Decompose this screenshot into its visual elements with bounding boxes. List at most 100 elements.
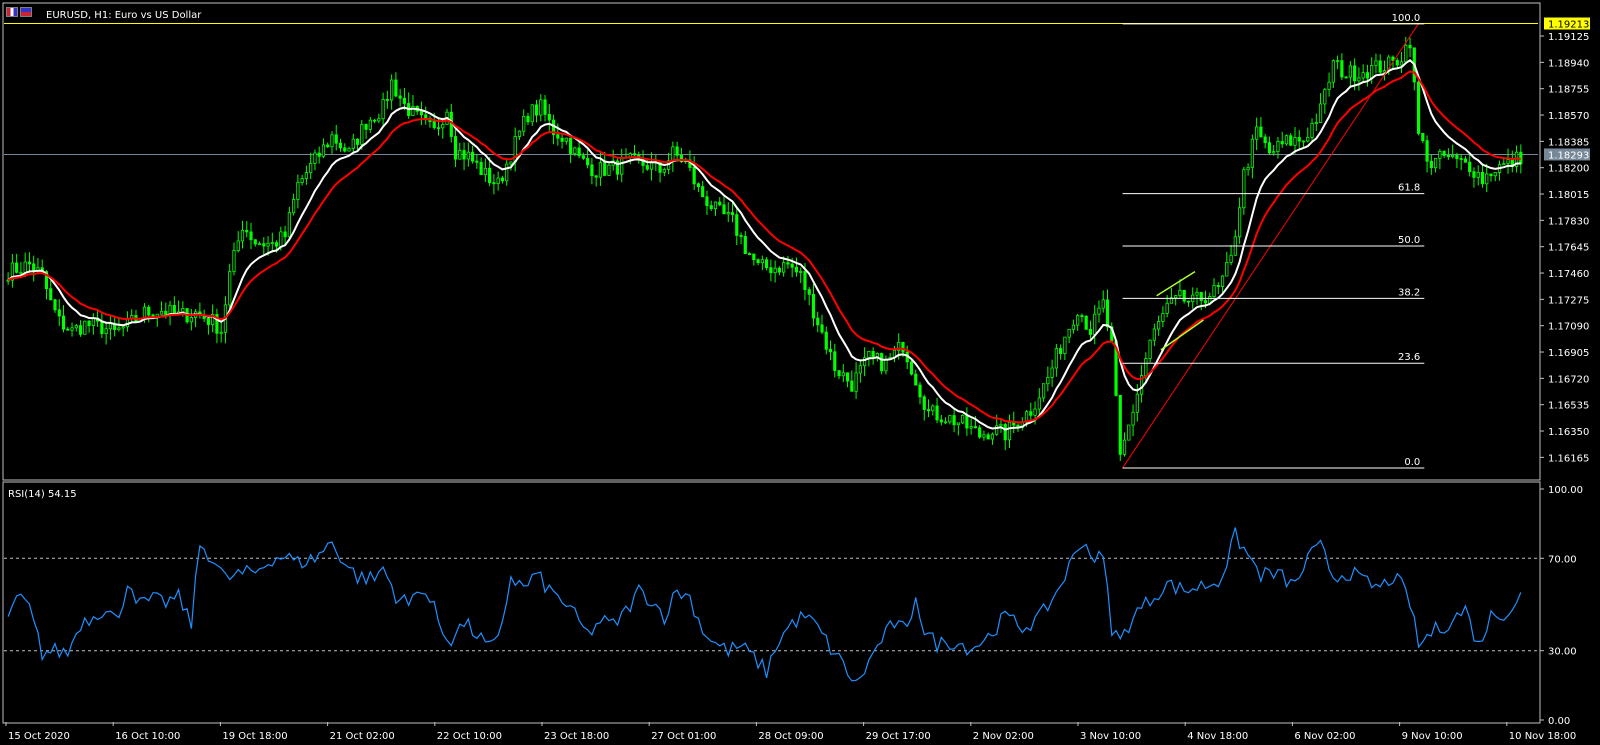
- candle-body: [496, 177, 500, 185]
- candle-body: [909, 361, 914, 375]
- candle-body: [398, 95, 402, 99]
- candle-body: [1365, 72, 1370, 79]
- candle-body: [828, 348, 833, 353]
- candle-body: [1310, 123, 1314, 138]
- candle-body: [1059, 348, 1063, 354]
- candle-body: [560, 137, 564, 142]
- candle-body: [1063, 336, 1067, 354]
- candle-body: [965, 415, 969, 429]
- candle-body: [607, 164, 611, 176]
- candle-body: [1067, 328, 1071, 338]
- candle-body: [1259, 126, 1263, 138]
- candle-body: [632, 153, 637, 156]
- candle-body: [547, 113, 551, 121]
- candle-body: [245, 229, 249, 233]
- candle-body: [1071, 324, 1076, 330]
- x-tick-label: 22 Oct 10:00: [437, 731, 502, 742]
- x-tick-label: 6 Nov 02:00: [1294, 731, 1355, 742]
- candle-body: [1029, 411, 1033, 416]
- candle-body: [1297, 137, 1301, 142]
- candle-body: [747, 253, 752, 256]
- candle-body: [219, 331, 223, 334]
- candle-body: [338, 142, 343, 149]
- candle-body: [159, 310, 164, 315]
- candle-body: [1434, 157, 1438, 169]
- candle-body: [782, 262, 786, 273]
- rsi-y-tick-label: 0.00: [1548, 716, 1570, 727]
- candle-body: [509, 161, 513, 165]
- candle-body: [1229, 254, 1233, 263]
- x-tick-label: 9 Nov 10:00: [1402, 731, 1463, 742]
- candle-body: [645, 165, 649, 170]
- fibonacci-layer: 100.0 61.8 50.0 38.2 23.6 0.0: [1122, 13, 1425, 469]
- candle-body: [57, 309, 61, 317]
- fib-level-label: 61.8: [1398, 183, 1420, 194]
- y-tick-label: 1.18200: [1548, 164, 1589, 175]
- candle-body: [1101, 299, 1105, 309]
- candle-body: [1267, 142, 1272, 154]
- candle-body: [492, 182, 496, 185]
- candle-body: [181, 308, 185, 313]
- candle-body: [296, 182, 300, 200]
- candle-body: [718, 201, 722, 206]
- candle-body: [1105, 299, 1110, 328]
- candle-body: [952, 415, 956, 426]
- candle-body: [334, 134, 338, 144]
- fib-level-label: 23.6: [1398, 352, 1420, 363]
- candle-body: [1216, 285, 1220, 287]
- candle-body: [1152, 328, 1156, 341]
- candle-body: [948, 415, 952, 423]
- candle-body: [304, 172, 309, 179]
- candle-body: [462, 150, 466, 160]
- candle-body: [1242, 169, 1246, 209]
- candle-body: [1463, 158, 1468, 163]
- candle-body: [875, 353, 879, 358]
- candle-body: [1165, 302, 1169, 314]
- candle-body: [1378, 60, 1382, 73]
- candle-body: [390, 79, 394, 101]
- candle-body: [240, 229, 245, 242]
- candle-body: [845, 372, 850, 382]
- candle-body: [539, 99, 543, 116]
- candle-body: [317, 152, 321, 157]
- candle-body: [1493, 172, 1497, 177]
- candles-layer: [6, 36, 1523, 461]
- candle-body: [1263, 136, 1267, 144]
- candle-body: [1293, 137, 1297, 146]
- candle-body: [1088, 328, 1093, 335]
- candle-body: [880, 353, 884, 372]
- candle-body: [1425, 140, 1429, 162]
- candle-body: [15, 262, 19, 273]
- ema-fast-line: [7, 59, 1521, 431]
- ema-slow-line: [7, 70, 1521, 424]
- y-tick-label: 1.17090: [1548, 322, 1589, 333]
- rsi-line: [7, 527, 1522, 682]
- candle-body: [330, 134, 334, 148]
- x-tick-label: 15 Oct 2020: [8, 731, 70, 742]
- candle-body: [1353, 65, 1357, 82]
- candle-body: [49, 288, 53, 301]
- candle-body: [347, 148, 351, 152]
- candle-body: [530, 104, 534, 123]
- x-tick-label: 21 Oct 02:00: [330, 731, 395, 742]
- y-tick-label: 1.17645: [1548, 243, 1589, 254]
- candle-body: [735, 214, 739, 236]
- candle-body: [424, 114, 428, 119]
- candle-body: [147, 306, 151, 316]
- candle-body: [837, 370, 841, 377]
- candle-body: [1459, 158, 1463, 160]
- candle-body: [1237, 207, 1242, 238]
- channel-line-lower: [1160, 319, 1204, 351]
- candle-body: [475, 160, 479, 163]
- candle-body: [343, 147, 347, 152]
- y-tick-label: 1.16535: [1548, 401, 1589, 412]
- candle-body: [850, 380, 854, 392]
- candle-body: [479, 161, 483, 176]
- candle-body: [1174, 295, 1178, 299]
- fib-level-label: 0.0: [1404, 457, 1420, 468]
- candle-body: [377, 118, 381, 122]
- candle-body: [309, 162, 313, 173]
- candle-body: [1438, 150, 1442, 159]
- candle-body: [722, 204, 726, 215]
- chart-canvas[interactable]: 100.061.850.038.223.60.0 1.191251.189401…: [0, 0, 1600, 745]
